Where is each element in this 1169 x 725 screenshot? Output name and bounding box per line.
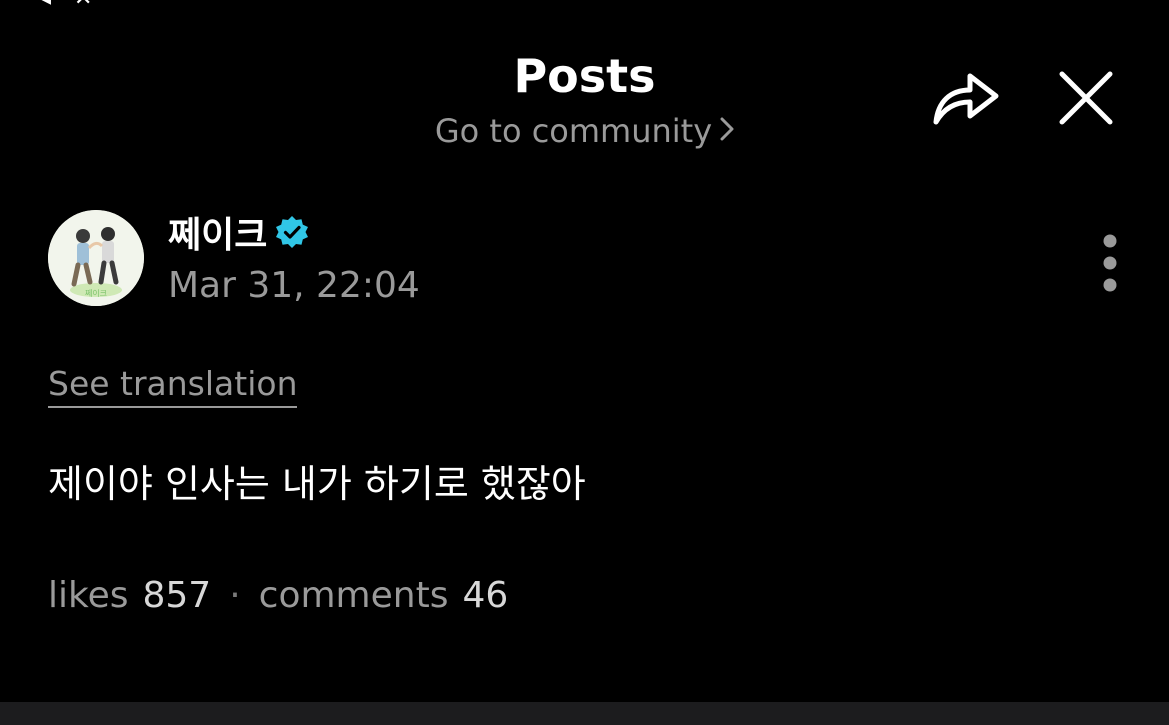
author-name-row: 쩨이크 [168,210,309,256]
chevron-right-icon [720,109,734,151]
post-author-header: 쩨이크 쩨이크 Mar 31, 22:04 [48,210,1128,310]
comments-label[interactable]: comments [259,572,449,620]
see-translation-link[interactable]: See translation [48,362,298,408]
likes-count[interactable]: 857 [142,572,211,620]
share-icon [933,73,999,125]
post-body-text: 제이야 인사는 내가 하기로 했잖아 [48,462,586,506]
bottom-bar [0,702,1169,725]
avatar-illustration: 쩨이크 [48,210,144,306]
go-to-community-label: Go to community [434,112,713,150]
more-options-button[interactable] [1096,234,1124,296]
top-header: Posts Go to community [0,0,1169,170]
svg-text:쩨이크: 쩨이크 [85,288,107,298]
likes-label[interactable]: likes [48,572,128,620]
close-icon [1059,71,1113,125]
post-stats: likes 857 · comments 46 [48,572,508,620]
verified-badge-icon [276,216,309,248]
avatar[interactable]: 쩨이크 [48,210,144,306]
close-button[interactable] [1054,66,1118,130]
author-name[interactable]: 쩨이크 [168,206,267,258]
more-vertical-icon [1103,234,1117,292]
comments-count[interactable]: 46 [462,572,508,620]
post-timestamp: Mar 31, 22:04 [168,265,420,306]
stats-separator: · [229,575,241,616]
share-button[interactable] [928,64,1004,130]
